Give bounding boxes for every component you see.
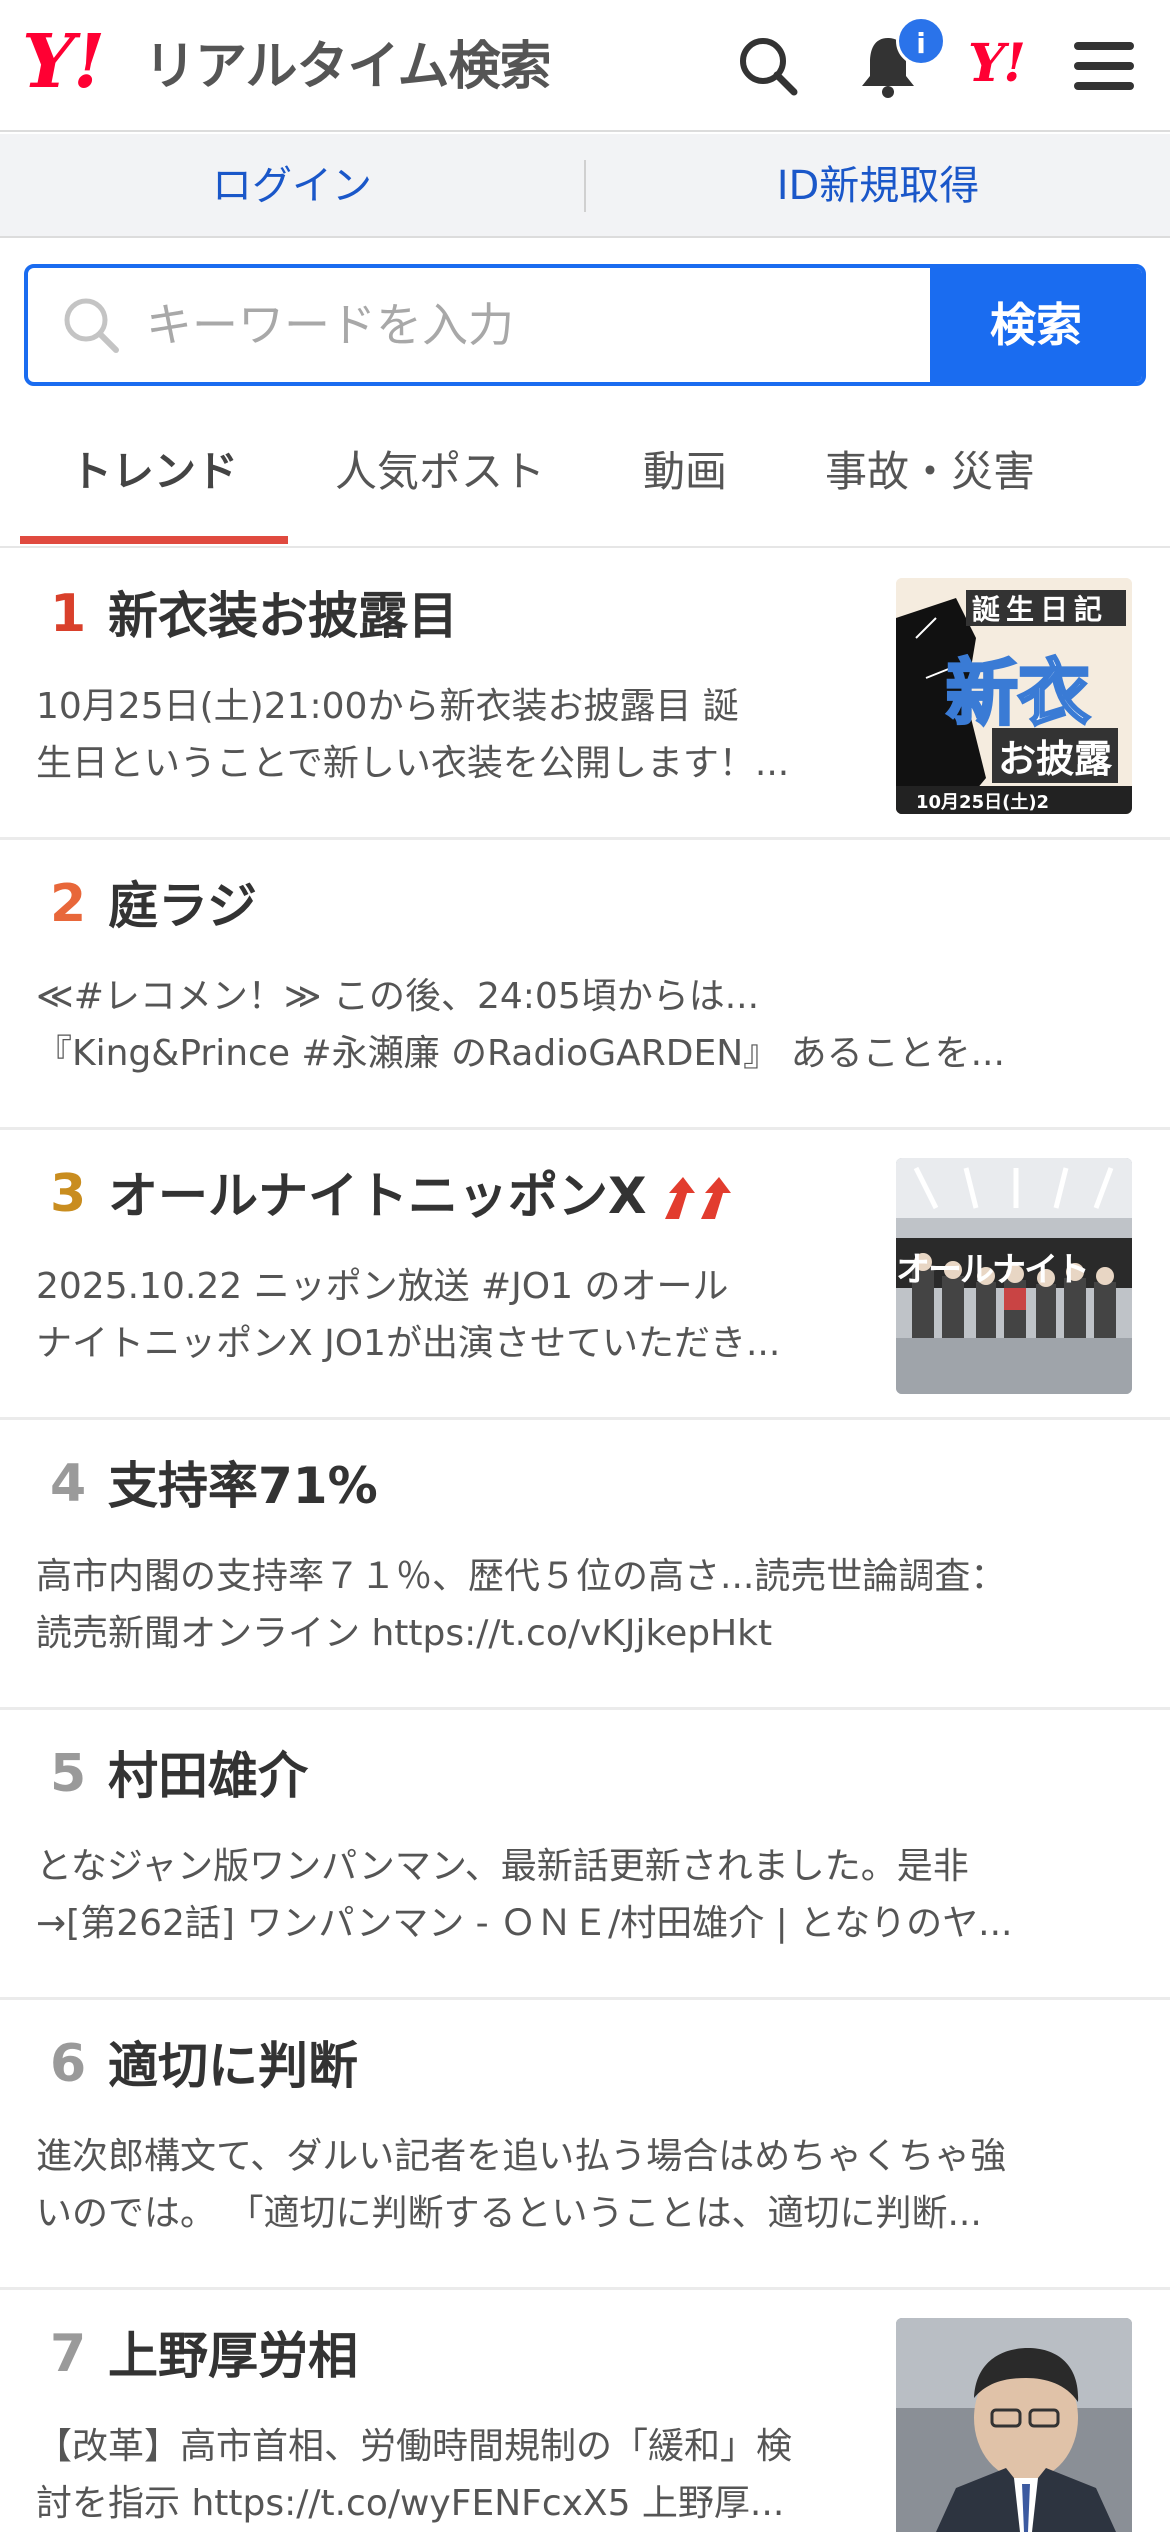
thumb-caption: 誕生日記 bbox=[972, 593, 1109, 626]
trend-item[interactable]: 6 適切に判断 進次郎構文て、ダルい記者を追い払う場合はめちゃくちゃ強 いのでは… bbox=[0, 2000, 1170, 2290]
tab-popular-posts[interactable]: 人気ポスト bbox=[300, 398, 580, 548]
active-tab-indicator bbox=[20, 536, 288, 544]
tab-bar: トレンド 人気ポスト 動画 事故・災害 bbox=[0, 398, 1170, 548]
trend-title-text: オールナイトニッポンX bbox=[108, 1167, 647, 1225]
trend-item[interactable]: 2 庭ラジ ≪#レコメン！≫ この後、24:05頃からは... 『King&Pr… bbox=[0, 840, 1170, 1130]
trend-description: 進次郎構文て、ダルい記者を追い払う場合はめちゃくちゃ強 いのでは。 「適切に判断… bbox=[36, 2128, 1136, 2242]
desc-line: となジャン版ワンパンマン、最新話更新されました。是非 bbox=[36, 1846, 969, 1887]
trend-description: 10月25日(土)21:00から新衣装お披露目 誕 生日ということで新しい衣装を… bbox=[36, 678, 862, 792]
trend-item[interactable]: 3 オールナイトニッポンX 2025.10.22 ニッポン放送 #JO1 のオー… bbox=[0, 1130, 1170, 1420]
trend-item[interactable]: 5 村田雄介 となジャン版ワンパンマン、最新話更新されました。是非 →[第262… bbox=[0, 1710, 1170, 2000]
register-link[interactable]: ID新規取得 bbox=[586, 134, 1170, 238]
rank-number: 6 bbox=[50, 2034, 87, 2094]
trend-title[interactable]: 庭ラジ bbox=[108, 876, 257, 936]
trend-item[interactable]: 1 新衣装お披露目 10月25日(土)21:00から新衣装お披露目 誕 生日とい… bbox=[0, 550, 1170, 840]
thumb-caption: 10月25日(土)2 bbox=[916, 792, 1050, 813]
rank-number: 4 bbox=[50, 1454, 87, 1514]
trend-title[interactable]: 支持率71% bbox=[108, 1456, 378, 1516]
desc-line: 討を指示 https://t.co/wyFENFcxX5 上野厚... bbox=[36, 2483, 785, 2524]
notification-badge[interactable]: i bbox=[896, 16, 946, 66]
desc-line: 生日ということで新しい衣装を公開します！... bbox=[36, 743, 790, 784]
trend-description: となジャン版ワンパンマン、最新話更新されました。是非 →[第262話] ワンパン… bbox=[36, 1838, 1136, 1952]
service-title[interactable]: リアルタイム検索 bbox=[144, 34, 551, 100]
trend-title[interactable]: オールナイトニッポンX bbox=[108, 1166, 741, 1226]
thumb-caption: お披露 bbox=[992, 728, 1119, 783]
rank-number: 1 bbox=[50, 584, 87, 644]
trend-description: ≪#レコメン！≫ この後、24:05頃からは... 『King&Prince #… bbox=[36, 968, 1136, 1082]
desc-line: →[第262話] ワンパンマン - ＯＮＥ/村田雄介 | となりのヤ... bbox=[36, 1903, 1013, 1944]
trend-title[interactable]: 村田雄介 bbox=[108, 1746, 308, 1806]
thumbnail-image[interactable] bbox=[896, 2318, 1132, 2532]
thumb-caption: 新衣 bbox=[944, 650, 1091, 737]
trend-title[interactable]: 上野厚労相 bbox=[108, 2326, 358, 2386]
app-header: Y! リアルタイム検索 i Y! bbox=[0, 0, 1170, 132]
search-box: 検索 bbox=[24, 264, 1146, 386]
trend-description: 2025.10.22 ニッポン放送 #JO1 のオール ナイトニッポンX JO1… bbox=[36, 1258, 862, 1372]
desc-line: いのでは。 「適切に判断するということは、適切に判断... bbox=[36, 2193, 982, 2234]
trend-title[interactable]: 新衣装お披露目 bbox=[108, 586, 458, 646]
double-up-arrow-icon bbox=[664, 1176, 731, 1219]
desc-line: ナイトニッポンX JO1が出演させていただき... bbox=[36, 1323, 781, 1364]
search-button[interactable]: 検索 bbox=[930, 268, 1142, 382]
yahoo-japan-logo[interactable]: Y! bbox=[968, 34, 1026, 94]
trend-description: 高市内閣の支持率７１％、歴代５位の高さ...読売世論調査： 読売新聞オンライン … bbox=[36, 1548, 1136, 1662]
desc-line: 進次郎構文て、ダルい記者を追い払う場合はめちゃくちゃ強 bbox=[36, 2136, 1007, 2177]
trend-description: 【改革】高市首相、労働時間規制の「緩和」検 討を指示 https://t.co/… bbox=[36, 2418, 862, 2532]
trend-item[interactable]: 4 支持率71% 高市内閣の支持率７１％、歴代５位の高さ...読売世論調査： 読… bbox=[0, 1420, 1170, 1710]
desc-line: 高市内閣の支持率７１％、歴代５位の高さ...読売世論調査： bbox=[36, 1556, 1007, 1597]
desc-line: 【改革】高市首相、労働時間規制の「緩和」検 bbox=[36, 2426, 793, 2467]
desc-line: 10月25日(土)21:00から新衣装お披露目 誕 bbox=[36, 686, 739, 727]
thumbnail-image[interactable]: 誕生日記 新衣 お披露 10月25日(土)2 bbox=[896, 578, 1132, 814]
search-input[interactable] bbox=[146, 268, 946, 382]
thumb-caption: オールナイト bbox=[896, 1250, 1090, 1290]
yahoo-logo[interactable]: Y! bbox=[22, 22, 105, 102]
tab-trend[interactable]: トレンド bbox=[20, 398, 288, 548]
rank-number: 2 bbox=[50, 874, 87, 934]
desc-line: 読売新聞オンライン https://t.co/vKJjkepHkt bbox=[36, 1613, 773, 1654]
hamburger-menu-icon[interactable] bbox=[1064, 26, 1144, 106]
trend-item[interactable]: 7 上野厚労相 【改革】高市首相、労働時間規制の「緩和」検 討を指示 https… bbox=[0, 2290, 1170, 2532]
search-icon bbox=[64, 298, 119, 353]
login-bar: ログイン ID新規取得 bbox=[0, 134, 1170, 238]
tab-accidents-disasters[interactable]: 事故・災害 bbox=[790, 398, 1070, 548]
desc-line: 『King&Prince #永瀬廉 のRadioGARDEN』 あることを... bbox=[36, 1033, 1005, 1074]
rank-number: 5 bbox=[50, 1744, 87, 1804]
login-link[interactable]: ログイン bbox=[0, 134, 584, 238]
trend-title[interactable]: 適切に判断 bbox=[108, 2036, 358, 2096]
rank-number: 3 bbox=[50, 1164, 87, 1224]
thumbnail-image[interactable]: オールナイト bbox=[896, 1158, 1132, 1394]
desc-line: 2025.10.22 ニッポン放送 #JO1 のオール bbox=[36, 1266, 729, 1307]
desc-line: ≪#レコメン！≫ この後、24:05頃からは... bbox=[36, 976, 760, 1017]
rank-number: 7 bbox=[50, 2324, 87, 2384]
tab-videos[interactable]: 動画 bbox=[600, 398, 770, 548]
search-icon[interactable] bbox=[728, 26, 808, 106]
